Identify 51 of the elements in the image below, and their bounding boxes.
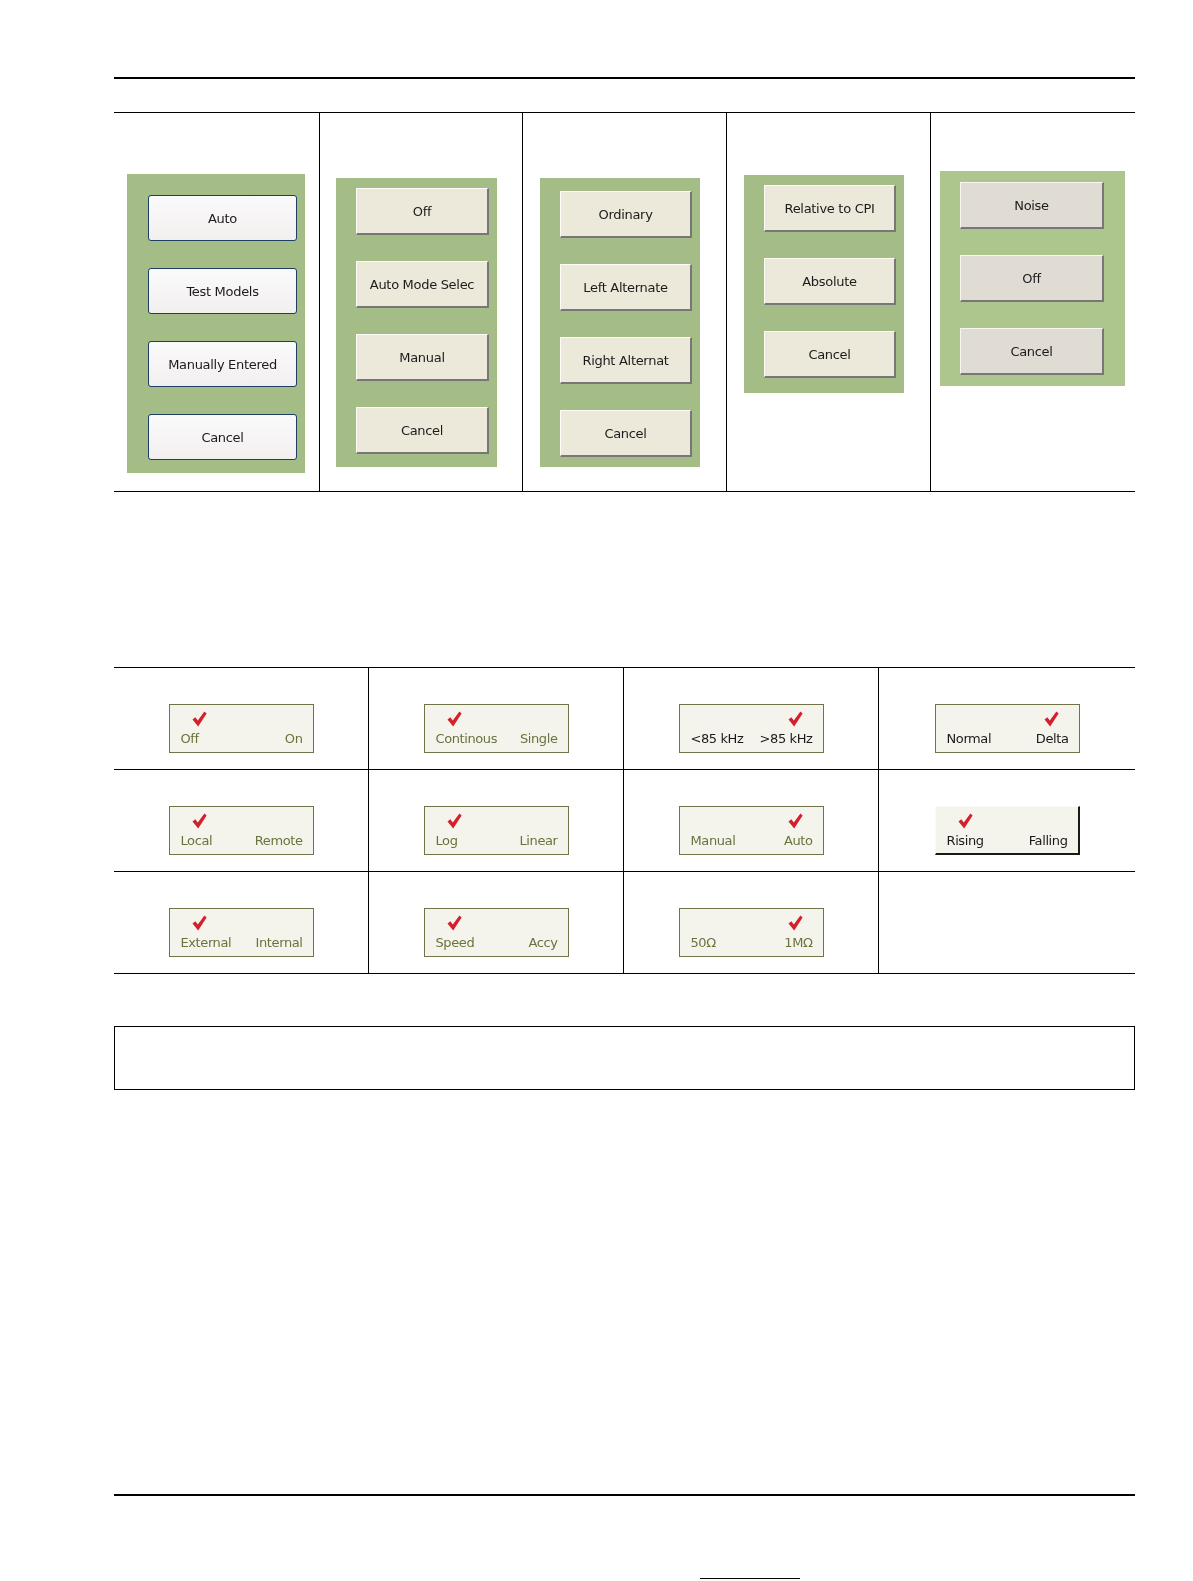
toggle-switch[interactable]: <85 kHz >85 kHz: [678, 704, 824, 753]
menu-button[interactable]: Off: [960, 255, 1104, 302]
option-label: 50Ω: [690, 934, 716, 952]
menu-button[interactable]: Auto: [148, 195, 297, 241]
option-label: External: [180, 934, 232, 952]
option-label: Linear: [519, 832, 558, 850]
toggle-switch[interactable]: Manual Auto: [678, 806, 824, 855]
toggle-switch[interactable]: Off On: [168, 704, 314, 753]
menu-button[interactable]: Noise: [960, 182, 1104, 229]
option-label: Auto: [783, 832, 813, 850]
option-label: Normal: [946, 730, 992, 748]
option-label: On: [284, 730, 303, 748]
menu-button[interactable]: Ordinary: [560, 191, 692, 238]
option-label: Local: [180, 832, 213, 850]
option-label: Internal: [255, 934, 303, 952]
option-label: Manual: [690, 832, 736, 850]
menu-button[interactable]: Test Models: [148, 268, 297, 314]
option-label: Delta: [1035, 730, 1069, 748]
toggle-switch[interactable]: Rising Falling: [934, 806, 1080, 855]
menu-button[interactable]: Cancel: [148, 414, 297, 460]
option-label: <85 kHz: [690, 730, 744, 748]
menu-button[interactable]: Manual: [356, 334, 489, 381]
option-label: Falling: [1028, 832, 1068, 850]
toggle-switch[interactable]: 50Ω 1MΩ: [678, 908, 824, 957]
option-label: Continous: [435, 730, 498, 748]
option-label: Accy: [528, 934, 558, 952]
option-label: 1MΩ: [784, 934, 813, 952]
menu-button[interactable]: Cancel: [764, 331, 896, 378]
menu-button[interactable]: Cancel: [960, 328, 1104, 375]
menu-button[interactable]: Left Alternate: [560, 264, 692, 311]
menu-button[interactable]: Off: [356, 188, 489, 235]
option-label: Rising: [946, 832, 984, 850]
menu-button[interactable]: Cancel: [356, 407, 489, 454]
option-label: Off: [180, 730, 199, 748]
menu-button[interactable]: Auto Mode Selec: [356, 261, 489, 308]
menu-button[interactable]: Right Alternat: [560, 337, 692, 384]
option-label: Remote: [254, 832, 303, 850]
toggle-switch[interactable]: External Internal: [168, 908, 314, 957]
menu-button[interactable]: Manually Entered: [148, 341, 297, 387]
toggle-switch[interactable]: Continous Single: [423, 704, 569, 753]
menu-button[interactable]: Cancel: [560, 410, 692, 457]
option-label: Speed: [435, 934, 475, 952]
toggle-switch[interactable]: Log Linear: [423, 806, 569, 855]
menu-button[interactable]: Absolute: [764, 258, 896, 305]
toggle-switch[interactable]: Normal Delta: [934, 704, 1080, 753]
toggle-switch[interactable]: Speed Accy: [423, 908, 569, 957]
option-label: Single: [519, 730, 558, 748]
menu-button[interactable]: Relative to CPI: [764, 185, 896, 232]
option-label: >85 kHz: [759, 730, 813, 748]
option-label: Log: [435, 832, 458, 850]
toggle-switch[interactable]: Local Remote: [168, 806, 314, 855]
